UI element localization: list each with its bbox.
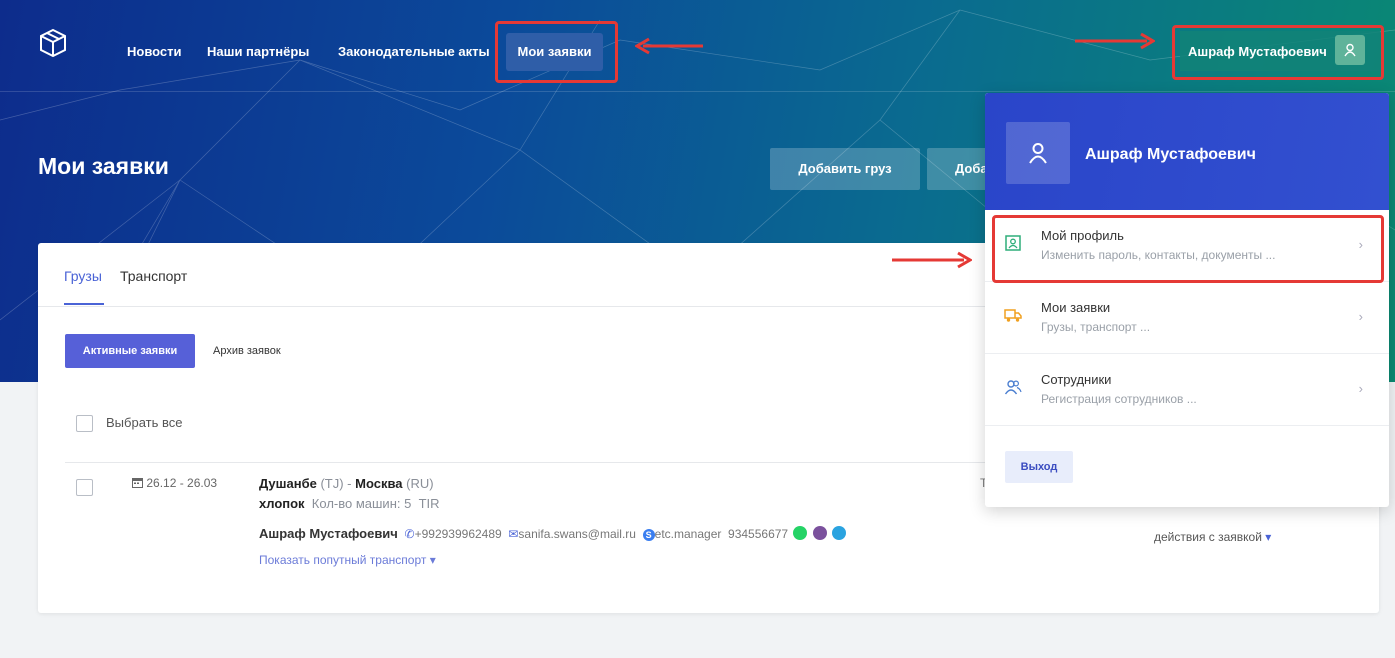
add-cargo-button[interactable]: Добавить груз xyxy=(770,148,920,190)
highlight-box xyxy=(1172,25,1384,80)
tab-transport[interactable]: Транспорт xyxy=(120,268,187,284)
request-cargo: хлопок Кол-во машин: 5 TIR xyxy=(259,496,440,511)
caret-down-icon: ▾ xyxy=(429,553,436,567)
arrow-right-icon xyxy=(1075,32,1155,50)
whatsapp-icon[interactable] xyxy=(793,526,808,540)
highlight-box xyxy=(495,21,618,83)
active-tab-indicator xyxy=(64,303,104,305)
tab-cargo[interactable]: Грузы xyxy=(64,268,102,284)
dropdown-header: Ашраф Мустафоевич xyxy=(985,93,1389,210)
menu-item-employees[interactable]: Сотрудники Регистрация сотрудников ... › xyxy=(985,354,1389,426)
telegram-icon[interactable] xyxy=(832,526,847,540)
request-date: 26.12 - 26.03 xyxy=(132,476,217,490)
select-all-checkbox[interactable] xyxy=(76,415,93,432)
archive-requests-button[interactable]: Архив заявок xyxy=(213,345,281,357)
arrow-right-icon xyxy=(892,251,972,269)
box-logo-icon[interactable] xyxy=(38,28,68,58)
show-transport-link[interactable]: Показать попутный транспорт ▾ xyxy=(259,553,436,567)
skype-icon: S xyxy=(642,529,655,541)
request-actions-dropdown[interactable]: действия с заявкой ▾ xyxy=(1154,530,1271,544)
chevron-right-icon: › xyxy=(1358,381,1363,396)
calendar-icon xyxy=(132,478,143,488)
viber-icon[interactable] xyxy=(812,526,827,540)
select-all-label: Выбрать все xyxy=(106,415,183,430)
dropdown-user-name: Ашраф Мустафоевич xyxy=(1085,146,1256,163)
nav-link-laws[interactable]: Законодательные акты xyxy=(338,44,490,59)
mail-icon: ✉ xyxy=(508,527,519,541)
logout-button[interactable]: Выход xyxy=(1005,451,1073,483)
truck-icon xyxy=(1004,309,1022,322)
page-title: Мои заявки xyxy=(38,153,169,179)
highlight-box xyxy=(992,215,1384,283)
request-route[interactable]: Душанбе (TJ) - Москва (RU) xyxy=(259,476,434,491)
user-dropdown-menu: Ашраф Мустафоевич Мой профиль Изменить п… xyxy=(985,93,1389,507)
caret-down-icon: ▾ xyxy=(1265,530,1272,544)
phone-icon: ✆ xyxy=(404,527,415,541)
dropdown-avatar-icon xyxy=(1006,122,1070,184)
nav-link-partners[interactable]: Наши партнёры xyxy=(207,44,309,59)
menu-item-my-requests[interactable]: Мои заявки Грузы, транспорт ... › xyxy=(985,282,1389,354)
row-checkbox[interactable] xyxy=(76,479,93,496)
nav-link-news[interactable]: Новости xyxy=(127,44,182,59)
request-contact: Ашраф Мустафоевич ✆+992939962489 ✉sanifa… xyxy=(259,526,847,541)
users-icon xyxy=(1004,380,1022,395)
chevron-right-icon: › xyxy=(1358,309,1363,324)
active-requests-button[interactable]: Активные заявки xyxy=(65,334,195,368)
arrow-left-icon xyxy=(635,37,703,55)
